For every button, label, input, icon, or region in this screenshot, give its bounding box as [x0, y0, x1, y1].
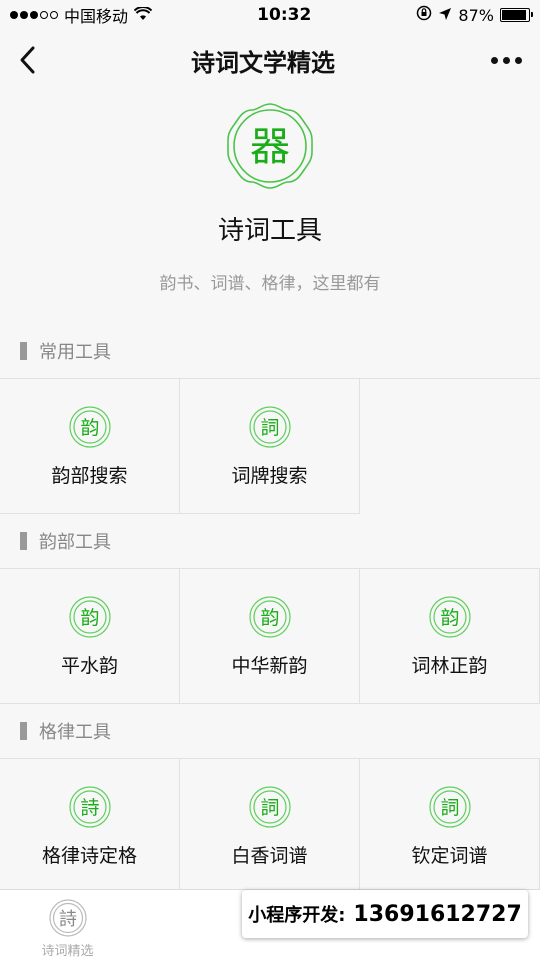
status-time: 10:32 [257, 5, 312, 25]
section-title: 韵部工具 [39, 532, 111, 553]
svg-text:詞: 詞 [260, 797, 279, 819]
svg-text:韵: 韵 [80, 607, 99, 629]
back-button[interactable] [12, 40, 42, 80]
tool-grid-common: 韵 韵部搜索 詞 词牌搜索 [0, 378, 540, 514]
svg-text:韵: 韵 [440, 607, 459, 629]
ci-seal-icon: 詞 [248, 405, 291, 448]
tool-grid-meter: 詩 格律诗定格 詞 白香词谱 詞 钦定词谱 [0, 758, 540, 894]
ci-seal-icon: 詞 [248, 785, 291, 828]
hero-section: 器 诗词工具 韵书、词谱、格律，这里都有 [0, 90, 540, 294]
promo-banner: 小程序开发: 13691612727 [242, 890, 528, 938]
app-logo-seal-icon: 器 [227, 103, 313, 189]
hero-subtitle: 韵书、词谱、格律，这里都有 [159, 274, 381, 294]
poem-tab-icon: 詩 [48, 899, 87, 937]
tool-cipai-search[interactable]: 詞 词牌搜索 [180, 378, 360, 514]
tool-label: 词牌搜索 [231, 464, 308, 487]
tool-regulated-verse[interactable]: 詩 格律诗定格 [0, 758, 180, 894]
tab-poetry-selection[interactable]: 詩 诗词精选 [0, 890, 135, 959]
tab-label: 诗词精选 [41, 944, 94, 959]
section-title: 格律工具 [39, 722, 111, 743]
navigation-bar: 诗词文学精选 [0, 30, 540, 90]
wifi-icon [133, 5, 153, 25]
tool-zhonghua-new-rhyme[interactable]: 韵 中华新韵 [180, 568, 360, 704]
hero-title: 诗词工具 [217, 216, 322, 246]
status-left: 中国移动 [10, 3, 153, 27]
rhyme-seal-icon: 韵 [68, 405, 111, 448]
tool-label: 中华新韵 [231, 654, 308, 677]
status-right: 87% [416, 5, 533, 25]
svg-text:器: 器 [250, 124, 290, 170]
ci-seal-icon: 詞 [428, 785, 471, 828]
tool-label: 平水韵 [60, 654, 118, 677]
promo-label: 小程序开发: [248, 905, 346, 926]
svg-text:韵: 韵 [80, 417, 99, 439]
tool-pingshui-rhyme[interactable]: 韵 平水韵 [0, 568, 180, 704]
orientation-lock-icon [416, 5, 432, 25]
section-marker [20, 532, 27, 550]
more-dot-icon [490, 56, 498, 64]
tool-cilin-rhyme[interactable]: 韵 词林正韵 [360, 568, 540, 704]
empty-grid-cell [360, 378, 540, 514]
section-marker [20, 722, 27, 740]
section-header-rhyme-tools: 韵部工具 [0, 514, 540, 568]
location-arrow-icon [438, 6, 452, 25]
tool-label: 韵部搜索 [51, 464, 128, 487]
tool-label: 白香词谱 [231, 844, 308, 867]
tool-label: 格律诗定格 [41, 844, 137, 867]
svg-text:詩: 詩 [80, 797, 99, 819]
battery-percent: 87% [458, 5, 494, 25]
svg-text:韵: 韵 [260, 607, 279, 629]
section-header-common-tools: 常用工具 [0, 324, 540, 378]
page-title: 诗词文学精选 [191, 48, 335, 77]
rhyme-seal-icon: 韵 [248, 595, 291, 638]
status-bar: 中国移动 10:32 87% [0, 0, 540, 30]
more-menu-button[interactable] [484, 40, 528, 80]
more-dot-icon [514, 56, 522, 64]
svg-text:詞: 詞 [440, 797, 459, 819]
poem-seal-icon: 詩 [68, 785, 111, 828]
tool-baixiang-cipu[interactable]: 詞 白香词谱 [180, 758, 360, 894]
tool-label: 钦定词谱 [411, 844, 488, 867]
svg-text:詩: 詩 [59, 909, 77, 930]
section-header-meter-tools: 格律工具 [0, 704, 540, 758]
carrier-name: 中国移动 [64, 7, 129, 26]
tool-grid-rhyme: 韵 平水韵 韵 中华新韵 韵 词林正韵 [0, 568, 540, 704]
tool-rhyme-search[interactable]: 韵 韵部搜索 [0, 378, 180, 514]
section-marker [20, 342, 27, 360]
tool-label: 词林正韵 [411, 654, 488, 677]
chevron-left-icon [20, 46, 35, 74]
section-title: 常用工具 [39, 342, 111, 363]
signal-strength-icon [10, 11, 58, 19]
tool-qinding-cipu[interactable]: 詞 钦定词谱 [360, 758, 540, 894]
svg-text:詞: 詞 [260, 417, 279, 439]
rhyme-seal-icon: 韵 [68, 595, 111, 638]
battery-icon [499, 8, 533, 22]
more-dot-icon [502, 56, 510, 64]
rhyme-seal-icon: 韵 [428, 595, 471, 638]
promo-phone: 13691612727 [353, 901, 522, 927]
